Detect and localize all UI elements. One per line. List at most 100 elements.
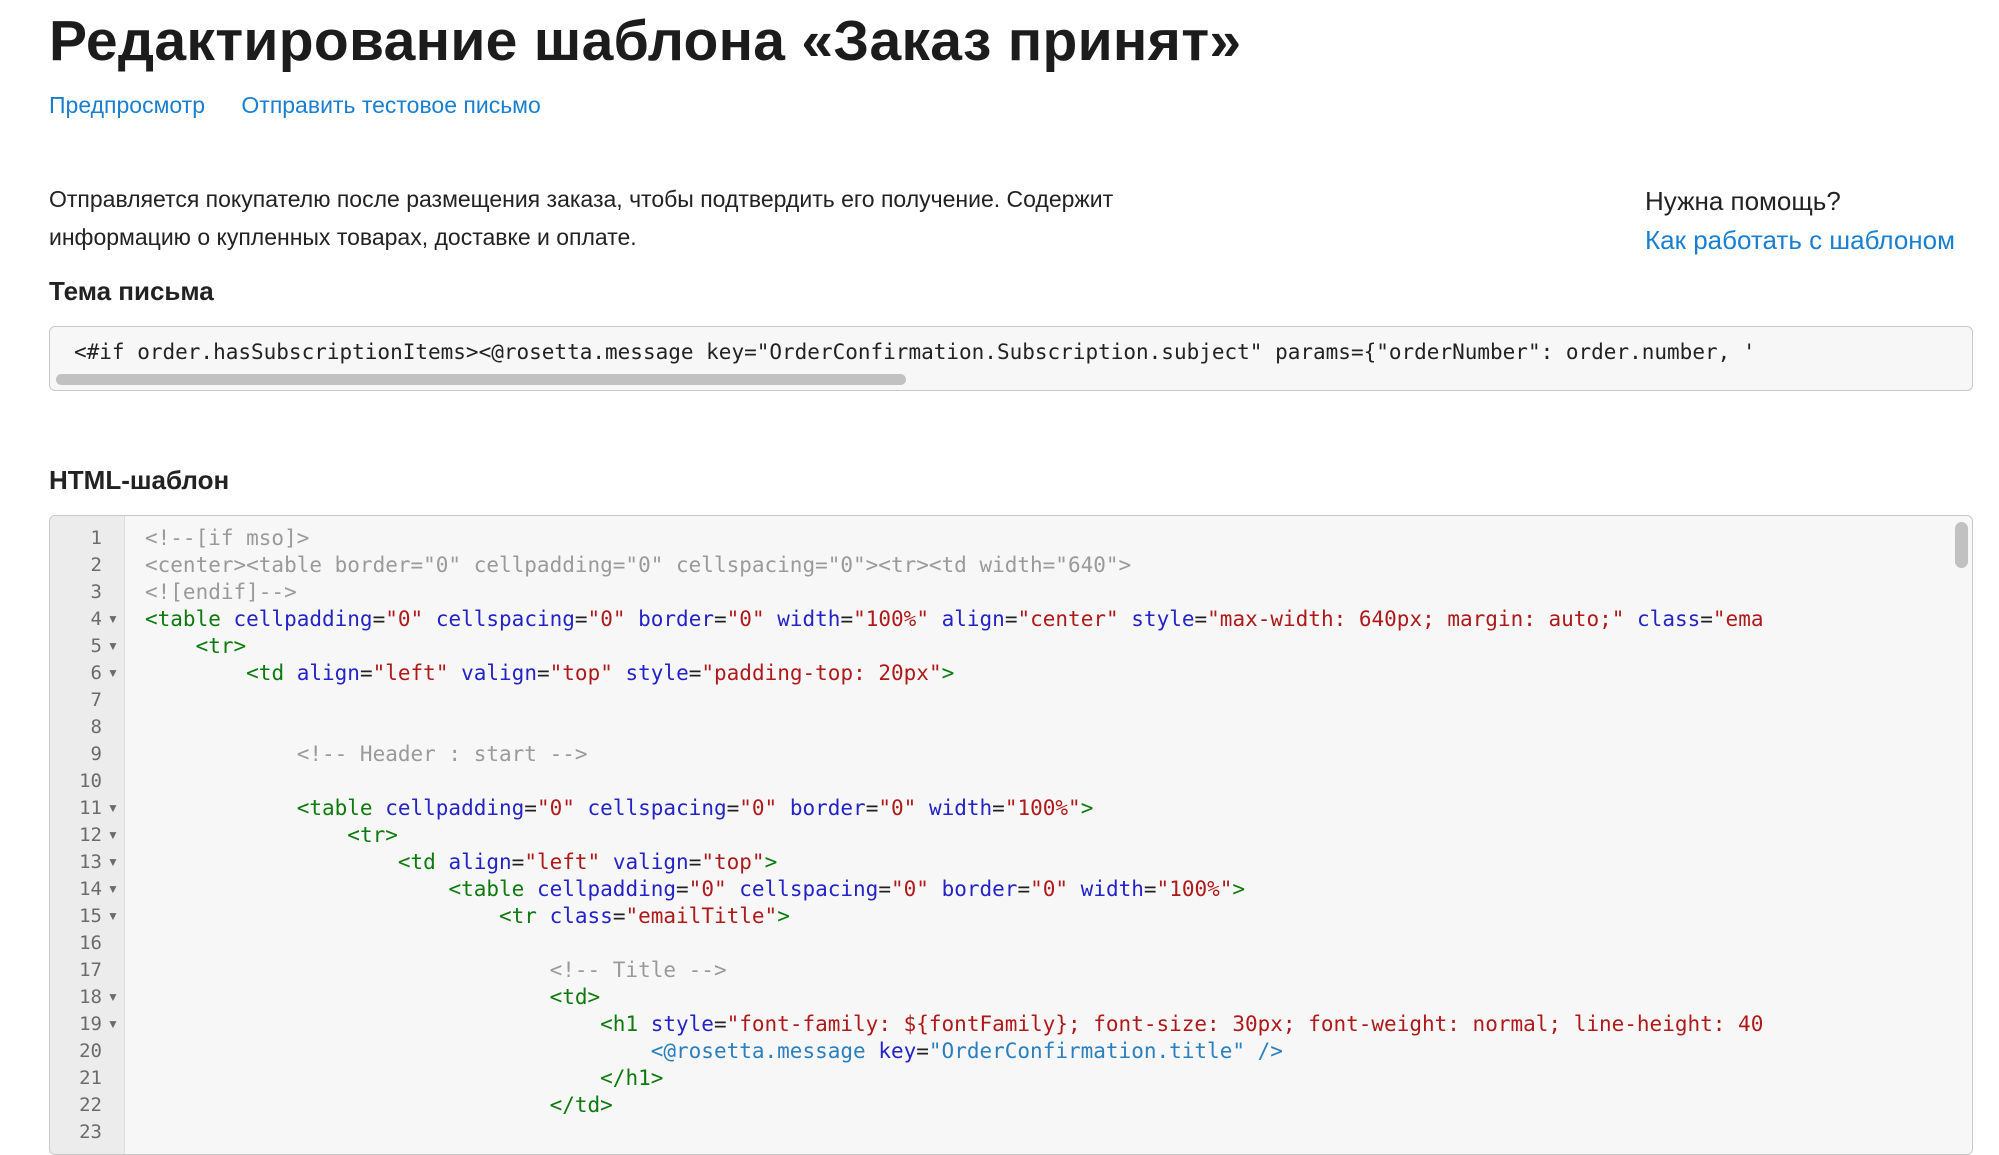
code-line[interactable]: 17 <!-- Title --> [50, 957, 1946, 984]
code-line[interactable]: 19 ▼ <h1 style="font-family: ${fontFamily… [50, 1011, 1946, 1038]
code-token: "0" [726, 607, 765, 631]
code-text[interactable]: </td> [145, 1092, 1946, 1119]
code-line[interactable]: 20 <@rosetta.message key="OrderConfirmat… [50, 1038, 1946, 1065]
code-line[interactable]: 16 [50, 930, 1946, 957]
code-token: <tr> [347, 823, 398, 847]
help-link[interactable]: Как работать с шаблоном [1645, 219, 1955, 261]
fold-arrow-icon[interactable]: ▼ [106, 849, 120, 876]
code-token: = [878, 877, 891, 901]
code-text[interactable]: <td> [145, 984, 1946, 1011]
line-number: 4 [90, 608, 102, 630]
line-number: 21 [79, 1067, 102, 1089]
code-text[interactable]: <tr> [145, 633, 1946, 660]
code-token: class [1624, 607, 1701, 631]
code-token: <@rosetta.message [650, 1039, 866, 1063]
code-token: = [524, 796, 537, 820]
code-text[interactable]: <tr class="emailTitle"> [145, 903, 1946, 930]
page-title: Редактирование шаблона «Заказ принят» [49, 9, 1242, 73]
code-line[interactable]: 6 ▼ <td align="left" valign="top" style="… [50, 660, 1946, 687]
fold-arrow-icon[interactable]: ▼ [106, 876, 120, 903]
code-token: </td> [549, 1093, 613, 1117]
code-token: "left" [524, 850, 601, 874]
code-token: = [1004, 607, 1018, 631]
fold-arrow-icon[interactable]: ▼ [106, 984, 120, 1011]
fold-arrow-icon[interactable]: ▼ [106, 606, 120, 633]
code-line[interactable]: 21 </h1> [50, 1065, 1946, 1092]
code-text[interactable]: <!-- Title --> [145, 957, 1946, 984]
fold-arrow-icon[interactable]: ▼ [106, 660, 120, 687]
send-test-email-link[interactable]: Отправить тестовое письмо [241, 92, 540, 118]
line-number: 5 [90, 635, 102, 657]
code-text[interactable]: <h1 style="font-family: ${fontFamily}; f… [145, 1011, 1946, 1038]
code-token: /> [1244, 1039, 1283, 1063]
code-token: "ema [1712, 607, 1764, 631]
code-line[interactable]: 23 [50, 1119, 1946, 1146]
code-line[interactable]: 14 ▼ <table cellpadding="0" cellspacing="… [50, 876, 1946, 903]
subject-code[interactable]: <#if order.hasSubscriptionItems><@rosett… [74, 340, 1944, 364]
fold-arrow-icon[interactable]: ▼ [106, 903, 120, 930]
code-token: = [359, 661, 373, 685]
code-text[interactable]: <center><table border="0" cellpadding="0… [145, 552, 1946, 579]
subject-editor[interactable]: <#if order.hasSubscriptionItems><@rosett… [49, 326, 1973, 391]
code-token: cellpadding [372, 796, 525, 820]
preview-link[interactable]: Предпросмотр [49, 92, 205, 118]
code-token: class [536, 904, 613, 928]
line-number: 22 [79, 1094, 102, 1116]
code-lines[interactable]: 1 <!--[if mso]> 2 <center><table border="0"… [50, 525, 1946, 1146]
html-template-editor[interactable]: 1 <!--[if mso]> 2 <center><table border="0"… [49, 515, 1973, 1155]
code-token: = [1017, 877, 1031, 901]
line-number: 20 [79, 1040, 102, 1062]
subject-horizontal-scrollbar[interactable] [56, 374, 906, 385]
code-token: cellspacing [726, 877, 879, 901]
code-token: <table [145, 607, 221, 631]
code-text[interactable]: <td align="left" valign="top"> [145, 849, 1946, 876]
code-text[interactable]: <!-- Header : start --> [145, 741, 1946, 768]
code-text[interactable]: <!--[if mso]> [145, 525, 1946, 552]
code-line[interactable]: 15 ▼ <tr class="emailTitle"> [50, 903, 1946, 930]
code-text[interactable]: <@rosetta.message key="OrderConfirmation… [145, 1038, 1946, 1065]
code-line[interactable]: 4 ▼ <table cellpadding="0" cellspacing="0"… [50, 606, 1946, 633]
line-number: 2 [90, 554, 102, 576]
code-line[interactable]: 13 ▼ <td align="left" valign="top"> [50, 849, 1946, 876]
code-line[interactable]: 12 ▼ <tr> [50, 822, 1946, 849]
code-line[interactable]: 1 <!--[if mso]> [50, 525, 1946, 552]
code-line[interactable]: 22 </td> [50, 1092, 1946, 1119]
code-line[interactable]: 7 [50, 687, 1946, 714]
code-token: > [941, 661, 955, 685]
code-token: "OrderConfirmation.title" [928, 1039, 1245, 1063]
code-line[interactable]: 9 <!-- Header : start --> [50, 741, 1946, 768]
code-text[interactable]: <table cellpadding="0" cellspacing="0" b… [145, 606, 1946, 633]
code-token: = [713, 1012, 727, 1036]
fold-arrow-icon[interactable]: ▼ [106, 822, 120, 849]
fold-arrow-icon[interactable]: ▼ [106, 633, 120, 660]
code-line[interactable]: 10 [50, 768, 1946, 795]
code-token: "0" [890, 877, 929, 901]
code-text[interactable]: <![endif]--> [145, 579, 1946, 606]
code-line[interactable]: 11 ▼ <table cellpadding="0" cellspacing="… [50, 795, 1946, 822]
code-text[interactable]: <table cellpadding="0" cellspacing="0" b… [145, 795, 1946, 822]
code-token: "top" [549, 661, 613, 685]
code-token: <tr> [195, 634, 247, 658]
line-number: 18 [79, 986, 102, 1008]
line-number: 23 [79, 1121, 102, 1143]
editor-vertical-scrollbar[interactable] [1955, 522, 1968, 568]
code-token: <td [246, 661, 285, 685]
fold-arrow-icon[interactable]: ▼ [106, 795, 120, 822]
code-token: = [511, 850, 525, 874]
code-text[interactable]: <td align="left" valign="top" style="pad… [145, 660, 1946, 687]
code-line[interactable]: 2 <center><table border="0" cellpadding="… [50, 552, 1946, 579]
code-line[interactable]: 8 [50, 714, 1946, 741]
code-text[interactable]: <table cellpadding="0" cellspacing="0" b… [145, 876, 1946, 903]
code-token: align [284, 661, 360, 685]
code-token: <h1 [600, 1012, 639, 1036]
code-line[interactable]: 3 <![endif]--> [50, 579, 1946, 606]
fold-arrow-icon[interactable]: ▼ [106, 1011, 120, 1038]
code-text[interactable]: </h1> [145, 1065, 1946, 1092]
line-number: 8 [90, 716, 102, 738]
code-token: = [574, 607, 588, 631]
page-actions: Предпросмотр Отправить тестовое письмо [49, 92, 571, 119]
code-text[interactable]: <tr> [145, 822, 1946, 849]
code-line[interactable]: 5 ▼ <tr> [50, 633, 1946, 660]
code-line[interactable]: 18 ▼ <td> [50, 984, 1946, 1011]
line-number: 15 [79, 905, 102, 927]
